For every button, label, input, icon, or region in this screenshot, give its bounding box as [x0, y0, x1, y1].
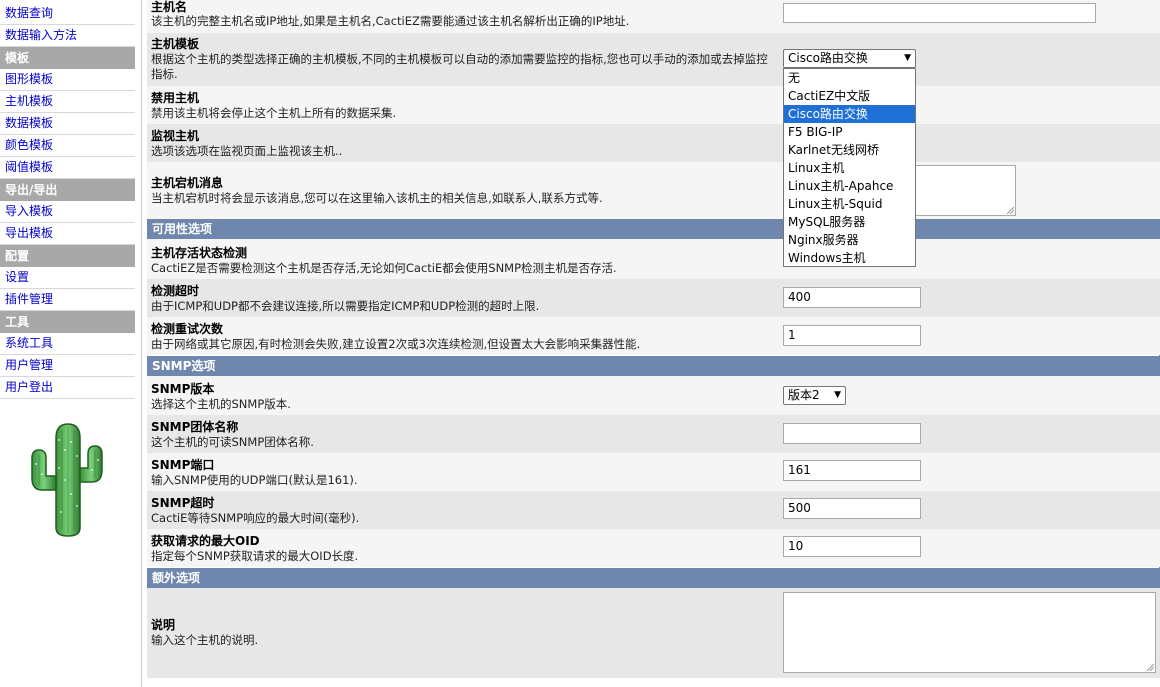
- form-row-hostname: 主机名 该主机的完整主机名或IP地址,如果是主机名,CactiEZ需要能通过该主…: [147, 0, 1160, 33]
- section-header-snmp: SNMP选项: [147, 356, 1160, 376]
- field-title: 主机模板: [151, 37, 200, 51]
- field-title: 检测超时: [151, 284, 200, 298]
- max-oids-input[interactable]: 10: [783, 536, 921, 557]
- ping-retries-input[interactable]: 1: [783, 325, 921, 346]
- field-description: CactiE等待SNMP响应的最大时间(毫秒).: [151, 511, 360, 525]
- host-edit-form: 主机名 该主机的完整主机名或IP地址,如果是主机名,CactiEZ需要能通过该主…: [147, 0, 1160, 678]
- field-description: 由于ICMP和UDP都不会建议连接,所以需要指定ICMP和UDP检测的超时上限.: [151, 299, 540, 313]
- form-row-snmp-version: SNMP版本 选择这个主机的SNMP版本. 版本2 ▼: [147, 376, 1160, 415]
- dropdown-option-selected[interactable]: Cisco路由交换: [784, 105, 915, 123]
- form-row-ping-retries: 检测重试次数 由于网络或其它原因,有时检测会失败,建立设置2次或3次连续检测,但…: [147, 317, 1160, 355]
- sidebar-header-utilities: 工具: [0, 311, 135, 333]
- sidebar: 数据查询 数据输入方法 模板 图形模板 主机模板 数据模板 颜色模板 阈值模板 …: [0, 0, 135, 687]
- sidebar-item-color-templates[interactable]: 颜色模板: [0, 135, 135, 157]
- field-title: 监视主机: [151, 129, 200, 143]
- dropdown-option[interactable]: Karlnet无线网桥: [784, 141, 915, 159]
- sidebar-header-configuration: 配置: [0, 245, 135, 267]
- field-title: 主机存活状态检测: [151, 246, 248, 260]
- field-title: SNMP超时: [151, 496, 215, 510]
- form-row-max-oids: 获取请求的最大OID 指定每个SNMP获取请求的最大OID长度. 10: [147, 529, 1160, 567]
- sidebar-item-settings[interactable]: 设置: [0, 267, 135, 289]
- dropdown-option[interactable]: 无: [784, 69, 915, 87]
- field-title: SNMP团体名称: [151, 420, 239, 434]
- sidebar-item-export-templates[interactable]: 导出模板: [0, 223, 135, 245]
- form-row-down-message: 主机宕机消息 当主机宕机时将会显示该消息,您可以在这里输入该机主的相关信息,如联…: [147, 162, 1160, 219]
- dropdown-option[interactable]: Linux主机-Squid: [784, 195, 915, 213]
- sidebar-divider: [141, 0, 142, 687]
- cactus-logo-icon: [31, 423, 103, 537]
- dropdown-option[interactable]: CactiEZ中文版: [784, 87, 915, 105]
- select-value: 版本2: [788, 388, 820, 402]
- sidebar-item-plugin-management[interactable]: 插件管理: [0, 289, 135, 311]
- select-value: Cisco路由交换: [788, 51, 868, 65]
- snmp-version-select[interactable]: 版本2 ▼: [783, 386, 846, 405]
- host-template-dropdown-list: 无 CactiEZ中文版 Cisco路由交换 F5 BIG-IP Karlnet…: [783, 68, 916, 267]
- field-title: 禁用主机: [151, 91, 200, 105]
- notes-textarea[interactable]: [783, 592, 1156, 673]
- sidebar-item-data-templates[interactable]: 数据模板: [0, 113, 135, 135]
- field-description: 输入这个主机的说明.: [151, 633, 259, 647]
- field-description: 选项该选项在监视页面上监视该主机..: [151, 144, 343, 158]
- field-title: 说明: [151, 618, 176, 632]
- sidebar-item-import-templates[interactable]: 导入模板: [0, 201, 135, 223]
- snmp-timeout-input[interactable]: 500: [783, 498, 921, 519]
- dropdown-arrow-icon: ▼: [834, 390, 841, 400]
- field-description: 当主机宕机时将会显示该消息,您可以在这里输入该机主的相关信息,如联系人,联系方式…: [151, 191, 603, 205]
- sidebar-item-host-templates[interactable]: 主机模板: [0, 91, 135, 113]
- sidebar-item-system-utilities[interactable]: 系统工具: [0, 333, 135, 355]
- ping-timeout-input[interactable]: 400: [783, 287, 921, 308]
- form-row-ping-timeout: 检测超时 由于ICMP和UDP都不会建议连接,所以需要指定ICMP和UDP检测的…: [147, 279, 1160, 317]
- host-template-select[interactable]: Cisco路由交换 ▼: [783, 49, 916, 68]
- dropdown-option[interactable]: MySQL服务器: [784, 213, 915, 231]
- field-title: SNMP版本: [151, 382, 215, 396]
- field-description: 选择这个主机的SNMP版本.: [151, 397, 291, 411]
- form-row-snmp-community: SNMP团体名称 这个主机的可读SNMP团体名称.: [147, 415, 1160, 453]
- field-description: 该主机的完整主机名或IP地址,如果是主机名,CactiEZ需要能通过该主机名解析…: [151, 14, 630, 28]
- sidebar-item-graph-templates[interactable]: 图形模板: [0, 69, 135, 91]
- dropdown-option[interactable]: Nginx服务器: [784, 231, 915, 249]
- field-description: 由于网络或其它原因,有时检测会失败,建立设置2次或3次连续检测,但设置太大会影响…: [151, 337, 641, 351]
- field-description: 禁用该主机将会停止这个主机上所有的数据采集.: [151, 106, 397, 120]
- sidebar-header-import-export: 导出/导出: [0, 179, 135, 201]
- form-row-snmp-port: SNMP端口 输入SNMP使用的UDP端口(默认是161). 161: [147, 453, 1160, 491]
- form-row-snmp-timeout: SNMP超时 CactiE等待SNMP响应的最大时间(毫秒). 500: [147, 491, 1160, 529]
- hostname-input[interactable]: [783, 3, 1096, 23]
- form-row-host-template: 主机模板 根据这个主机的类型选择正确的主机模板,不同的主机模板可以自动的添加需要…: [147, 33, 1160, 86]
- field-title: 主机名: [151, 0, 188, 14]
- dropdown-option[interactable]: Windows主机: [784, 249, 915, 267]
- field-title: 检测重试次数: [151, 322, 224, 336]
- form-row-status-check: 主机存活状态检测 CactiEZ是否需要检测这个主机是否存活,无论如何Cacti…: [147, 239, 1160, 279]
- field-title: SNMP端口: [151, 458, 215, 472]
- field-description: 指定每个SNMP获取请求的最大OID长度.: [151, 549, 359, 563]
- form-row-monitor-host: 监视主机 选项该选项在监视页面上监视该主机..: [147, 124, 1160, 162]
- field-description: 这个主机的可读SNMP团体名称.: [151, 435, 314, 449]
- dropdown-arrow-icon: ▼: [904, 53, 911, 63]
- dropdown-option[interactable]: F5 BIG-IP: [784, 123, 915, 141]
- field-title: 获取请求的最大OID: [151, 534, 260, 548]
- snmp-port-input[interactable]: 161: [783, 460, 921, 481]
- snmp-community-input[interactable]: [783, 423, 921, 444]
- sidebar-item-user-management[interactable]: 用户管理: [0, 355, 135, 377]
- resize-grip-icon[interactable]: [1146, 663, 1154, 671]
- form-row-disable-host: 禁用主机 禁用该主机将会停止这个主机上所有的数据采集.: [147, 86, 1160, 124]
- dropdown-option[interactable]: Linux主机-Apahce: [784, 177, 915, 195]
- field-title: 主机宕机消息: [151, 176, 224, 190]
- section-header-availability: 可用性选项: [147, 219, 1160, 239]
- field-description: 输入SNMP使用的UDP端口(默认是161).: [151, 473, 358, 487]
- sidebar-item-logout[interactable]: 用户登出: [0, 377, 135, 399]
- field-description: 根据这个主机的类型选择正确的主机模板,不同的主机模板可以自动的添加需要监控的指标…: [151, 52, 768, 81]
- field-description: CactiEZ是否需要检测这个主机是否存活,无论如何CactiE都会使用SNMP…: [151, 261, 617, 275]
- resize-grip-icon[interactable]: [1006, 206, 1014, 214]
- dropdown-option[interactable]: Linux主机: [784, 159, 915, 177]
- section-header-extra: 额外选项: [147, 568, 1160, 588]
- form-row-notes: 说明 输入这个主机的说明.: [147, 588, 1160, 678]
- sidebar-item-data-queries[interactable]: 数据查询: [0, 3, 135, 25]
- sidebar-item-data-input-methods[interactable]: 数据输入方法: [0, 25, 135, 47]
- sidebar-header-templates: 模板: [0, 47, 135, 69]
- sidebar-item-threshold-templates[interactable]: 阈值模板: [0, 157, 135, 179]
